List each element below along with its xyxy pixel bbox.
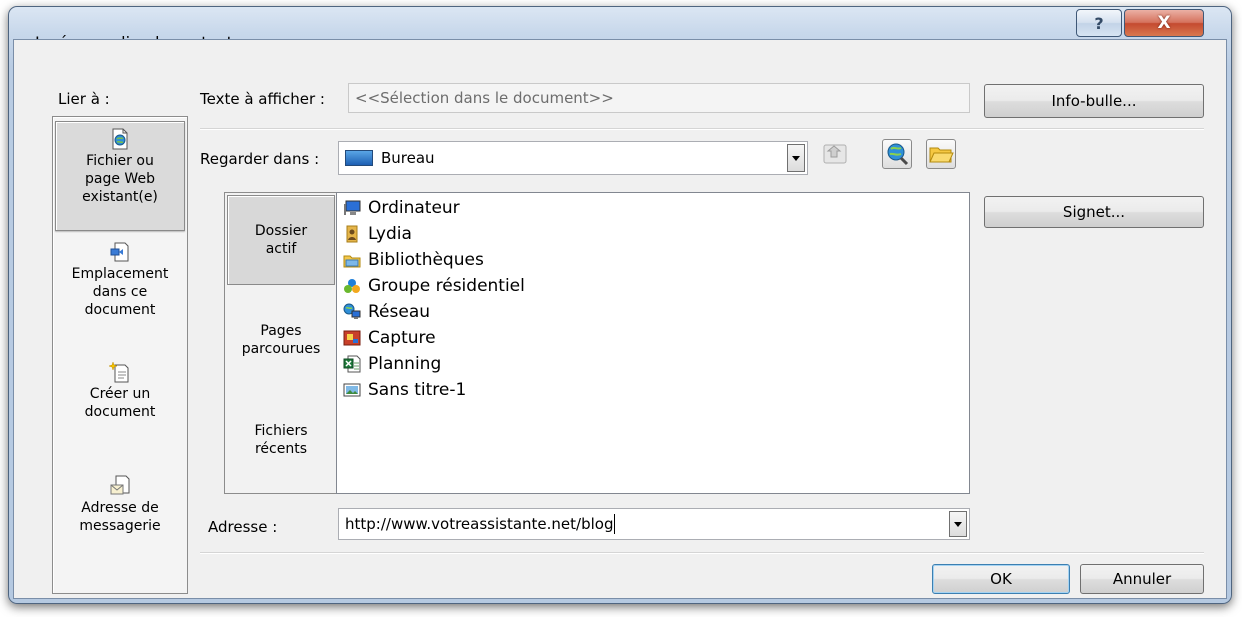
excel-file-icon xyxy=(343,355,361,373)
computer-icon xyxy=(343,199,361,217)
file-name: Bibliothèques xyxy=(368,250,484,270)
new-document-icon xyxy=(108,361,131,383)
help-button[interactable]: ? xyxy=(1076,9,1122,37)
chevron-down-icon xyxy=(792,155,800,161)
user-folder-icon xyxy=(343,225,361,243)
tab-line: récents xyxy=(254,441,308,457)
tab-recent-files[interactable]: Fichiers récents xyxy=(227,395,335,485)
file-name: Lydia xyxy=(368,224,412,244)
list-item[interactable]: Planning xyxy=(343,351,441,377)
globe-search-icon xyxy=(887,143,909,166)
link-email-address[interactable]: Adresse de messagerie xyxy=(55,475,185,555)
display-text-field[interactable]: <<Sélection dans le document>> xyxy=(348,83,970,113)
tab-line: parcourues xyxy=(241,341,321,357)
network-icon xyxy=(343,303,361,321)
link-existing-file[interactable]: Fichier ou page Web existant(e) xyxy=(55,121,185,231)
list-item[interactable]: Capture xyxy=(343,325,436,351)
link-to-bar: Fichier ou page Web existant(e) Emplacem… xyxy=(52,116,188,594)
tab-current-folder[interactable]: Dossier actif xyxy=(227,195,335,285)
look-in-value: Bureau xyxy=(381,149,435,167)
tab-line: Dossier xyxy=(254,223,308,239)
browse-web-button[interactable] xyxy=(882,139,912,169)
up-folder-button[interactable] xyxy=(820,139,850,169)
tab-line: actif xyxy=(265,241,297,257)
nav-line: Emplacement xyxy=(71,266,169,282)
desktop-icon xyxy=(345,150,373,166)
tab-browsed-pages[interactable]: Pages parcourues xyxy=(227,295,335,385)
link-create-document[interactable]: Créer un document xyxy=(55,361,185,441)
web-page-icon xyxy=(109,128,131,150)
nav-line: page Web xyxy=(85,171,155,187)
screentip-button[interactable]: Info-bulle... xyxy=(984,84,1204,118)
display-text-label: Texte à afficher : xyxy=(200,90,325,108)
nav-line: document xyxy=(84,302,156,318)
top-separator xyxy=(200,128,1204,130)
nav-line: messagerie xyxy=(79,518,161,534)
list-item[interactable]: Ordinateur xyxy=(343,195,460,221)
browse-file-button[interactable] xyxy=(926,139,956,169)
address-value: http://www.votreassistante.net/blog xyxy=(345,515,614,533)
nav-line: document xyxy=(84,404,156,420)
look-in-dropdown-arrow[interactable] xyxy=(787,144,805,172)
list-item[interactable]: Réseau xyxy=(343,299,430,325)
look-in-combo[interactable]: Bureau xyxy=(338,141,808,175)
nav-line: Fichier ou xyxy=(86,153,154,169)
tab-line: Pages xyxy=(260,323,302,339)
hyperlink-dialog: Insérer un lien hypertexte ? X Lier à : … xyxy=(8,6,1232,604)
document-place-icon xyxy=(109,241,131,263)
text-cursor xyxy=(614,514,616,534)
address-label: Adresse : xyxy=(208,518,278,536)
nav-line: Adresse de xyxy=(81,500,159,516)
cancel-button[interactable]: Annuler xyxy=(1080,564,1204,594)
link-to-label: Lier à : xyxy=(58,90,110,108)
browse-tabs: Dossier actif Pages parcourues Fichiers … xyxy=(224,192,340,494)
tab-line: Fichiers xyxy=(254,423,308,439)
up-folder-icon xyxy=(823,144,847,164)
libraries-icon xyxy=(343,251,361,269)
dialog-body: Lier à : Fichier ou page Web existant(e)… xyxy=(13,39,1227,599)
bottom-separator xyxy=(200,552,1204,554)
bitmap-file-icon xyxy=(343,381,361,399)
look-in-label: Regarder dans : xyxy=(200,150,320,168)
list-item[interactable]: Lydia xyxy=(343,221,412,247)
chevron-down-icon xyxy=(954,521,962,527)
link-place-in-document[interactable]: Emplacement dans ce document xyxy=(55,241,185,339)
list-item[interactable]: Bibliothèques xyxy=(343,247,484,273)
email-icon xyxy=(109,475,131,497)
image-file-icon xyxy=(343,329,361,347)
close-button[interactable]: X xyxy=(1124,9,1204,37)
ok-button[interactable]: OK xyxy=(932,564,1070,594)
file-name: Sans titre-1 xyxy=(368,380,467,400)
homegroup-icon xyxy=(343,277,361,295)
address-dropdown-arrow[interactable] xyxy=(949,511,967,537)
bookmark-button[interactable]: Signet... xyxy=(984,196,1204,228)
nav-line: dans ce xyxy=(92,284,148,300)
nav-line: existant(e) xyxy=(82,189,158,205)
list-item[interactable]: Groupe résidentiel xyxy=(343,273,525,299)
nav-line: Créer un xyxy=(89,386,151,402)
list-item[interactable]: Sans titre-1 xyxy=(343,377,466,403)
open-folder-icon xyxy=(929,147,954,163)
file-name: Groupe résidentiel xyxy=(368,276,525,296)
file-name: Ordinateur xyxy=(368,198,460,218)
file-name: Réseau xyxy=(368,302,431,322)
help-icon: ? xyxy=(1094,13,1104,33)
address-field[interactable]: http://www.votreassistante.net/blog xyxy=(338,508,970,540)
file-name: Capture xyxy=(368,328,436,348)
file-name: Planning xyxy=(368,354,442,374)
close-icon: X xyxy=(1157,13,1171,33)
display-text-label-text: Texte à afficher : xyxy=(200,90,325,108)
file-list[interactable]: Ordinateur Lydia Bibliothèques Groupe ré… xyxy=(336,192,970,494)
